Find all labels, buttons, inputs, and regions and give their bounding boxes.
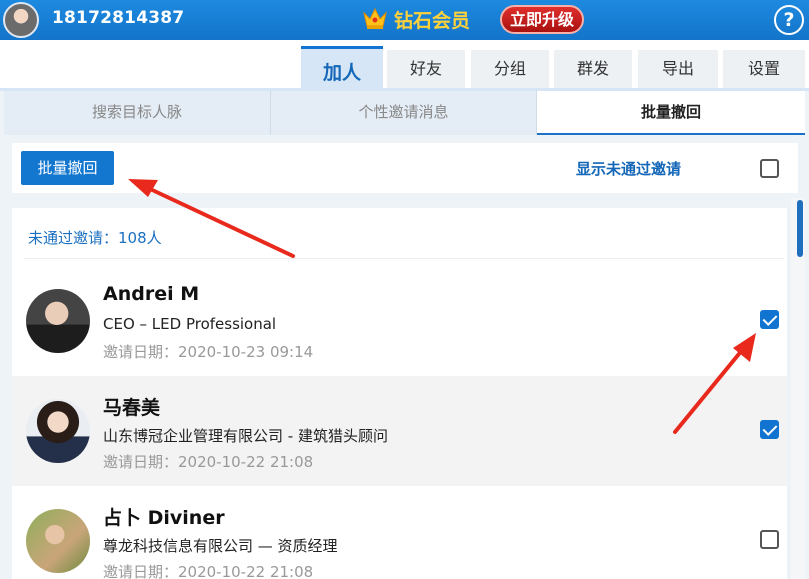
- user-phone: 18172814387: [52, 8, 185, 28]
- user-avatar[interactable]: [3, 2, 39, 38]
- subtab-invite-message[interactable]: 个性邀请消息: [271, 91, 537, 135]
- subtab-batch-revoke[interactable]: 批量撤回: [537, 91, 805, 135]
- contact-avatar: [26, 509, 90, 573]
- app-window: 18172814387 钻石会员 立即升级 ? 加人 好友 分组 群发 导出 设…: [0, 0, 809, 579]
- main-tabs: 加人 好友 分组 群发 导出 设置: [0, 40, 809, 92]
- tab-add-people[interactable]: 加人: [301, 46, 383, 92]
- contact-title: CEO – LED Professional: [103, 315, 277, 333]
- contact-name: Andrei M: [103, 283, 200, 305]
- select-checkbox[interactable]: [760, 310, 779, 329]
- tab-broadcast[interactable]: 群发: [554, 50, 632, 90]
- crown-icon: [363, 7, 387, 29]
- batch-revoke-button[interactable]: 批量撤回: [21, 151, 114, 185]
- vip-label: 钻石会员: [394, 10, 471, 32]
- select-checkbox[interactable]: [760, 420, 779, 439]
- contact-avatar: [26, 399, 90, 463]
- list-item: Andrei M CEO – LED Professional 邀请日期：202…: [12, 266, 787, 376]
- invite-list: 未通过邀请：108人 Andrei M CEO – LED Profession…: [12, 208, 787, 579]
- scrollbar-thumb[interactable]: [797, 200, 803, 257]
- toolbar: 批量撤回 显示未通过邀请: [12, 143, 798, 193]
- contact-name: 占卜 Diviner: [103, 507, 225, 529]
- upgrade-button[interactable]: 立即升级: [500, 5, 584, 34]
- subtab-search-contacts[interactable]: 搜索目标人脉: [4, 91, 271, 135]
- list-item: 马春美 山东博冠企业管理有限公司 - 建筑猎头顾问 邀请日期：2020-10-2…: [12, 376, 787, 486]
- show-pending-checkbox[interactable]: [760, 159, 779, 178]
- contact-name: 马春美: [103, 397, 161, 419]
- divider: [24, 258, 784, 259]
- tab-friends[interactable]: 好友: [387, 50, 465, 90]
- invite-date: 邀请日期：2020-10-23 09:14: [103, 343, 314, 361]
- invite-date: 邀请日期：2020-10-22 21:08: [103, 453, 314, 471]
- contact-avatar: [26, 289, 90, 353]
- list-item: 占卜 Diviner 尊龙科技信息有限公司 — 资质经理 邀请日期：2020-1…: [12, 486, 787, 579]
- sub-tabs: 搜索目标人脉 个性邀请消息 批量撤回: [4, 91, 805, 135]
- invite-date: 邀请日期：2020-10-22 21:08: [103, 563, 314, 579]
- tab-groups[interactable]: 分组: [471, 50, 549, 90]
- pending-count: 未通过邀请：108人: [28, 229, 162, 247]
- top-bar: 18172814387 钻石会员 立即升级 ?: [0, 0, 809, 40]
- contact-title: 尊龙科技信息有限公司 — 资质经理: [103, 537, 338, 555]
- tab-export[interactable]: 导出: [638, 50, 718, 90]
- help-icon[interactable]: ?: [774, 5, 804, 35]
- show-pending-link[interactable]: 显示未通过邀请: [576, 158, 681, 179]
- tab-settings[interactable]: 设置: [723, 50, 805, 90]
- select-checkbox[interactable]: [760, 530, 779, 549]
- contact-title: 山东博冠企业管理有限公司 - 建筑猎头顾问: [103, 427, 388, 445]
